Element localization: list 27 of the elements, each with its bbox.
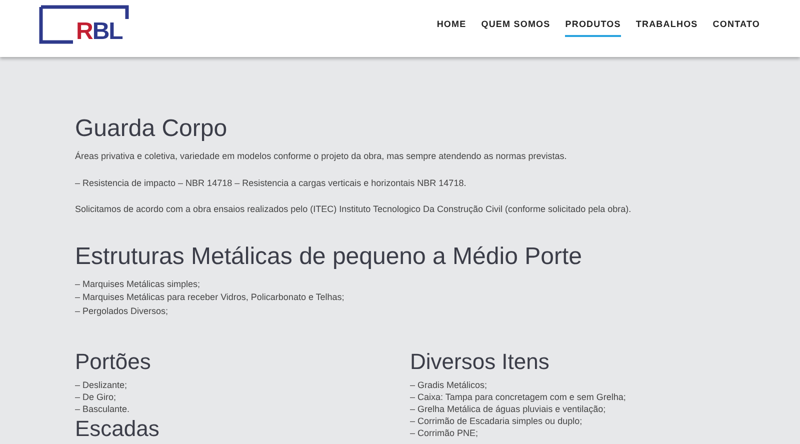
list-item: – Marquises Metálicas simples; xyxy=(75,278,202,291)
section-heading: Guarda Corpo xyxy=(75,114,228,144)
paragraph: – Resistencia de impacto – NBR 14718 – Resistencia a cargas verticais e horizontais NBR 14718. xyxy=(75,176,468,190)
logo-letters: BL xyxy=(92,20,122,44)
list-item: – Grelha Metálica de águas pluviais e ventilação; xyxy=(410,403,607,415)
section-heading: Diversos Itens xyxy=(410,348,550,376)
nav-link[interactable]: QUEM SOMOS xyxy=(481,18,550,37)
nav-link[interactable]: CONTATO xyxy=(712,18,760,37)
paragraph: Áreas privativa e coletiva, variedade em modelos conforme o projeto da obra, mas sempre atendendo as normas previstas. xyxy=(75,150,568,163)
section-heading: Escadas xyxy=(75,415,160,443)
list-item: – Gradis Metálicos; xyxy=(410,379,488,391)
nav-link[interactable]: TRABALHOS xyxy=(636,18,698,37)
list-item: – Caixa: Tampa para concretagem com e sem Grelha; xyxy=(410,391,627,403)
list-item: – De Giro; xyxy=(75,391,118,403)
list-item: – Basculante. xyxy=(75,403,131,415)
section-heading: Portões xyxy=(75,348,152,376)
logo-letters: R xyxy=(76,20,92,44)
nav-link[interactable]: HOME xyxy=(436,18,466,37)
list-item: – Corrimão de Escadaria simples ou duplo; xyxy=(410,415,584,427)
list-item: – Deslizante; xyxy=(75,379,128,391)
paragraph: Solicitamos de acordo com a obra ensaios realizados pelo (ITEC) Instituto Tecnologico Da Construção Civil (conforme solicitado pela obra). xyxy=(75,203,632,216)
list-item: – Corrimão PNE; xyxy=(410,427,480,439)
list-item: – Pergolados Diversos; xyxy=(75,304,170,318)
logo[interactable]: RBL xyxy=(39,4,133,44)
list-item: – Marquises Metálicas para receber Vidros, Policarbonato e Telhas; xyxy=(75,291,346,304)
nav-link[interactable]: PRODUTOS xyxy=(565,18,621,37)
section-heading: Estruturas Metálicas de pequeno a Médio Porte xyxy=(75,242,583,272)
